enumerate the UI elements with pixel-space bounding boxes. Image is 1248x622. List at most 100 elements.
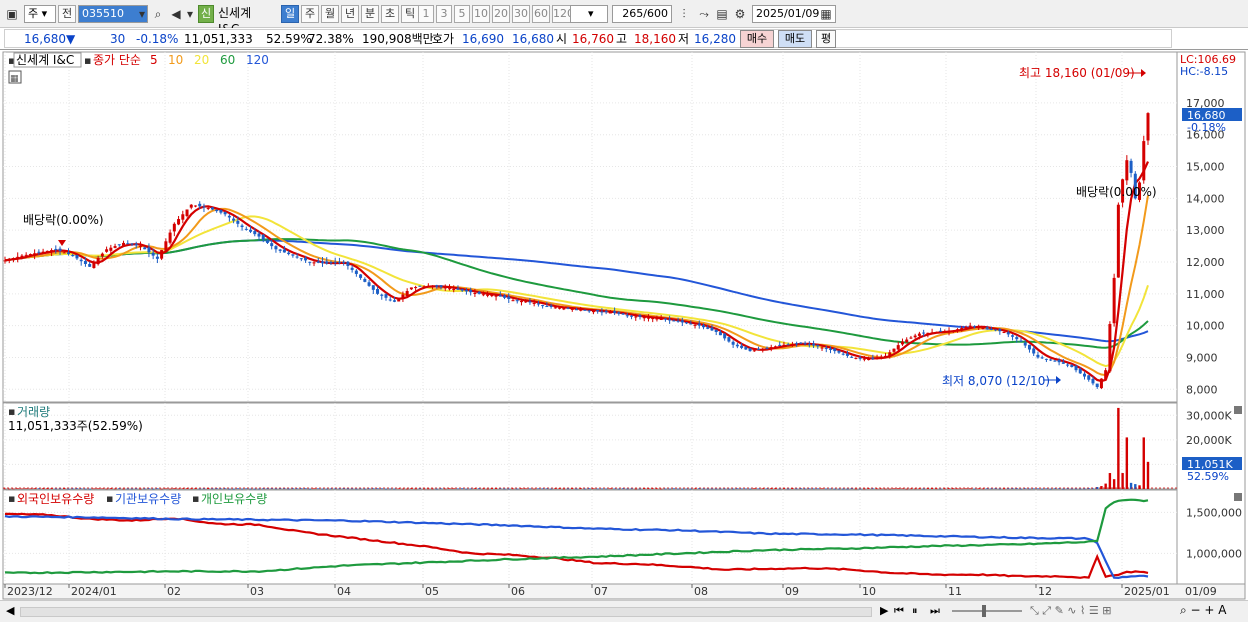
candle-body	[337, 261, 341, 263]
candle-body	[553, 307, 557, 309]
x-tick-label: 10	[862, 585, 876, 598]
candle-body	[989, 328, 993, 330]
scroll-left-icon[interactable]: ◀	[6, 604, 14, 617]
volume-bar	[1057, 488, 1061, 489]
gear-icon[interactable]: ⚙	[732, 5, 748, 23]
candle-body	[164, 241, 168, 251]
x-tick-label: 2024/01	[71, 585, 117, 598]
candle-body	[1019, 340, 1023, 342]
volume-bar	[266, 488, 269, 489]
volume-bar	[748, 488, 752, 490]
candle-body	[96, 258, 100, 265]
candle-body	[58, 248, 62, 251]
candle-body	[321, 261, 324, 264]
zoom-slider[interactable]	[952, 610, 1022, 612]
volume-bar	[295, 488, 299, 489]
candle-body	[642, 317, 646, 319]
holdings-legend-dot-icon: ▪	[106, 492, 113, 505]
zoom-tools-icon[interactable]: ⌕ − + A	[1180, 603, 1226, 618]
volume-bar	[355, 488, 358, 490]
volume-bar	[151, 488, 155, 490]
volume-bar	[1146, 461, 1150, 489]
volume-bar	[964, 488, 968, 489]
bottom-nav: ◀ ▶ ⏮ ⏸ ⏭ ⤡ ⤢ ✎ ∿ ⌇ ☰ ⊞ ⌕ − + A	[0, 600, 1248, 622]
volume-bar	[329, 488, 333, 490]
calendar-icon[interactable]: ▦	[818, 5, 834, 23]
volume-bar	[604, 488, 608, 490]
candle-body	[676, 320, 680, 322]
volume-bar	[1002, 488, 1006, 490]
right-axis-date: 01/09	[1185, 585, 1217, 598]
period-tab-6[interactable]: 틱	[401, 5, 419, 23]
volume-bar	[554, 488, 557, 489]
candle-body	[854, 357, 858, 359]
screen-icon[interactable]: ▣	[4, 5, 20, 23]
volume-bar	[308, 488, 311, 490]
candle-body	[862, 358, 866, 360]
interval-tab-1[interactable]: 3	[436, 5, 452, 23]
prev-button[interactable]: 전	[58, 5, 76, 23]
search-icon[interactable]: ⌕	[150, 5, 166, 23]
first-page-icon[interactable]: ⏮	[894, 604, 904, 618]
volume-bar	[1007, 488, 1010, 490]
draw-tools-icon[interactable]: ⤡ ⤢ ✎ ∿ ⌇ ☰ ⊞	[1030, 604, 1111, 618]
candle-body	[702, 325, 705, 328]
volume-bar	[427, 488, 430, 490]
interval-tab-4[interactable]: 20	[492, 5, 510, 23]
period-tab-2[interactable]: 월	[321, 5, 339, 23]
interval-tab-2[interactable]: 5	[454, 5, 470, 23]
volume-bar	[253, 488, 256, 490]
x-tick-label: 08	[694, 585, 708, 598]
mode-select[interactable]: 주 ▾	[24, 5, 56, 23]
buy-button[interactable]: 매수	[740, 30, 774, 48]
candle-body	[439, 285, 443, 288]
volume-bar	[969, 488, 972, 489]
period-tab-4[interactable]: 분	[361, 5, 379, 23]
chevron-down-icon[interactable]: ▾	[182, 5, 198, 23]
vol-dot-icon: ▪	[8, 405, 15, 418]
volume-bar	[435, 488, 438, 490]
period-tab-1[interactable]: 주	[301, 5, 319, 23]
candle-body	[41, 251, 45, 253]
volume-bar	[854, 488, 858, 490]
scrollbar[interactable]	[20, 607, 872, 617]
volume-bar	[571, 488, 574, 489]
price-tick-label: 12,000	[1186, 256, 1225, 269]
candle-body	[270, 243, 274, 247]
interval-tab-6[interactable]: 60	[532, 5, 550, 23]
scroll-right-icon[interactable]: ▶	[880, 604, 888, 617]
save-icon[interactable]: ▤	[714, 5, 730, 23]
candle-body	[380, 294, 384, 296]
pause-icon[interactable]: ⏸	[912, 604, 918, 618]
volume-bar	[757, 488, 760, 490]
period-tab-0[interactable]: 일	[281, 5, 299, 23]
count-field[interactable]: 265/600	[612, 5, 672, 23]
dropdown-icon[interactable]: ▾	[134, 5, 150, 23]
period-tab-3[interactable]: 년	[341, 5, 359, 23]
interval-tab-5[interactable]: 30	[512, 5, 530, 23]
volume-panel-close-icon[interactable]	[1234, 406, 1242, 414]
interval-tab-3[interactable]: 10	[472, 5, 490, 23]
stock-chart[interactable]: ▪ 신세계 I&C ▪ 종가 단순 5 10 20 60 120 ▦ 최고 18,160…	[0, 50, 1248, 600]
last-page-icon[interactable]: ⏭	[930, 604, 940, 618]
volume-bar	[985, 488, 989, 489]
candle-icon[interactable]: ⫶	[676, 5, 692, 23]
candle-body	[888, 352, 892, 357]
badge-new: 신	[198, 5, 214, 23]
sell-button[interactable]: 매도	[778, 30, 812, 48]
candle-body	[934, 332, 938, 333]
period-tab-5[interactable]: 초	[381, 5, 399, 23]
volume-bar	[1032, 488, 1035, 490]
candle-body	[147, 247, 151, 253]
interval-tab-0[interactable]: 1	[418, 5, 434, 23]
candle-body	[723, 333, 727, 339]
holdings-panel-close-icon[interactable]	[1234, 493, 1242, 501]
holdings-tick-label: 1,000,000	[1186, 547, 1242, 560]
candle-body	[765, 347, 769, 349]
price-tick-label: 14,000	[1186, 192, 1225, 205]
indicator-icon[interactable]: ⤳	[696, 5, 712, 23]
zoom-slider-handle[interactable]	[982, 605, 986, 617]
extra-select[interactable]: ▾	[570, 5, 608, 23]
dividend-left: 배당락(0.00%)	[23, 213, 104, 227]
avg-button[interactable]: 평	[816, 30, 836, 48]
